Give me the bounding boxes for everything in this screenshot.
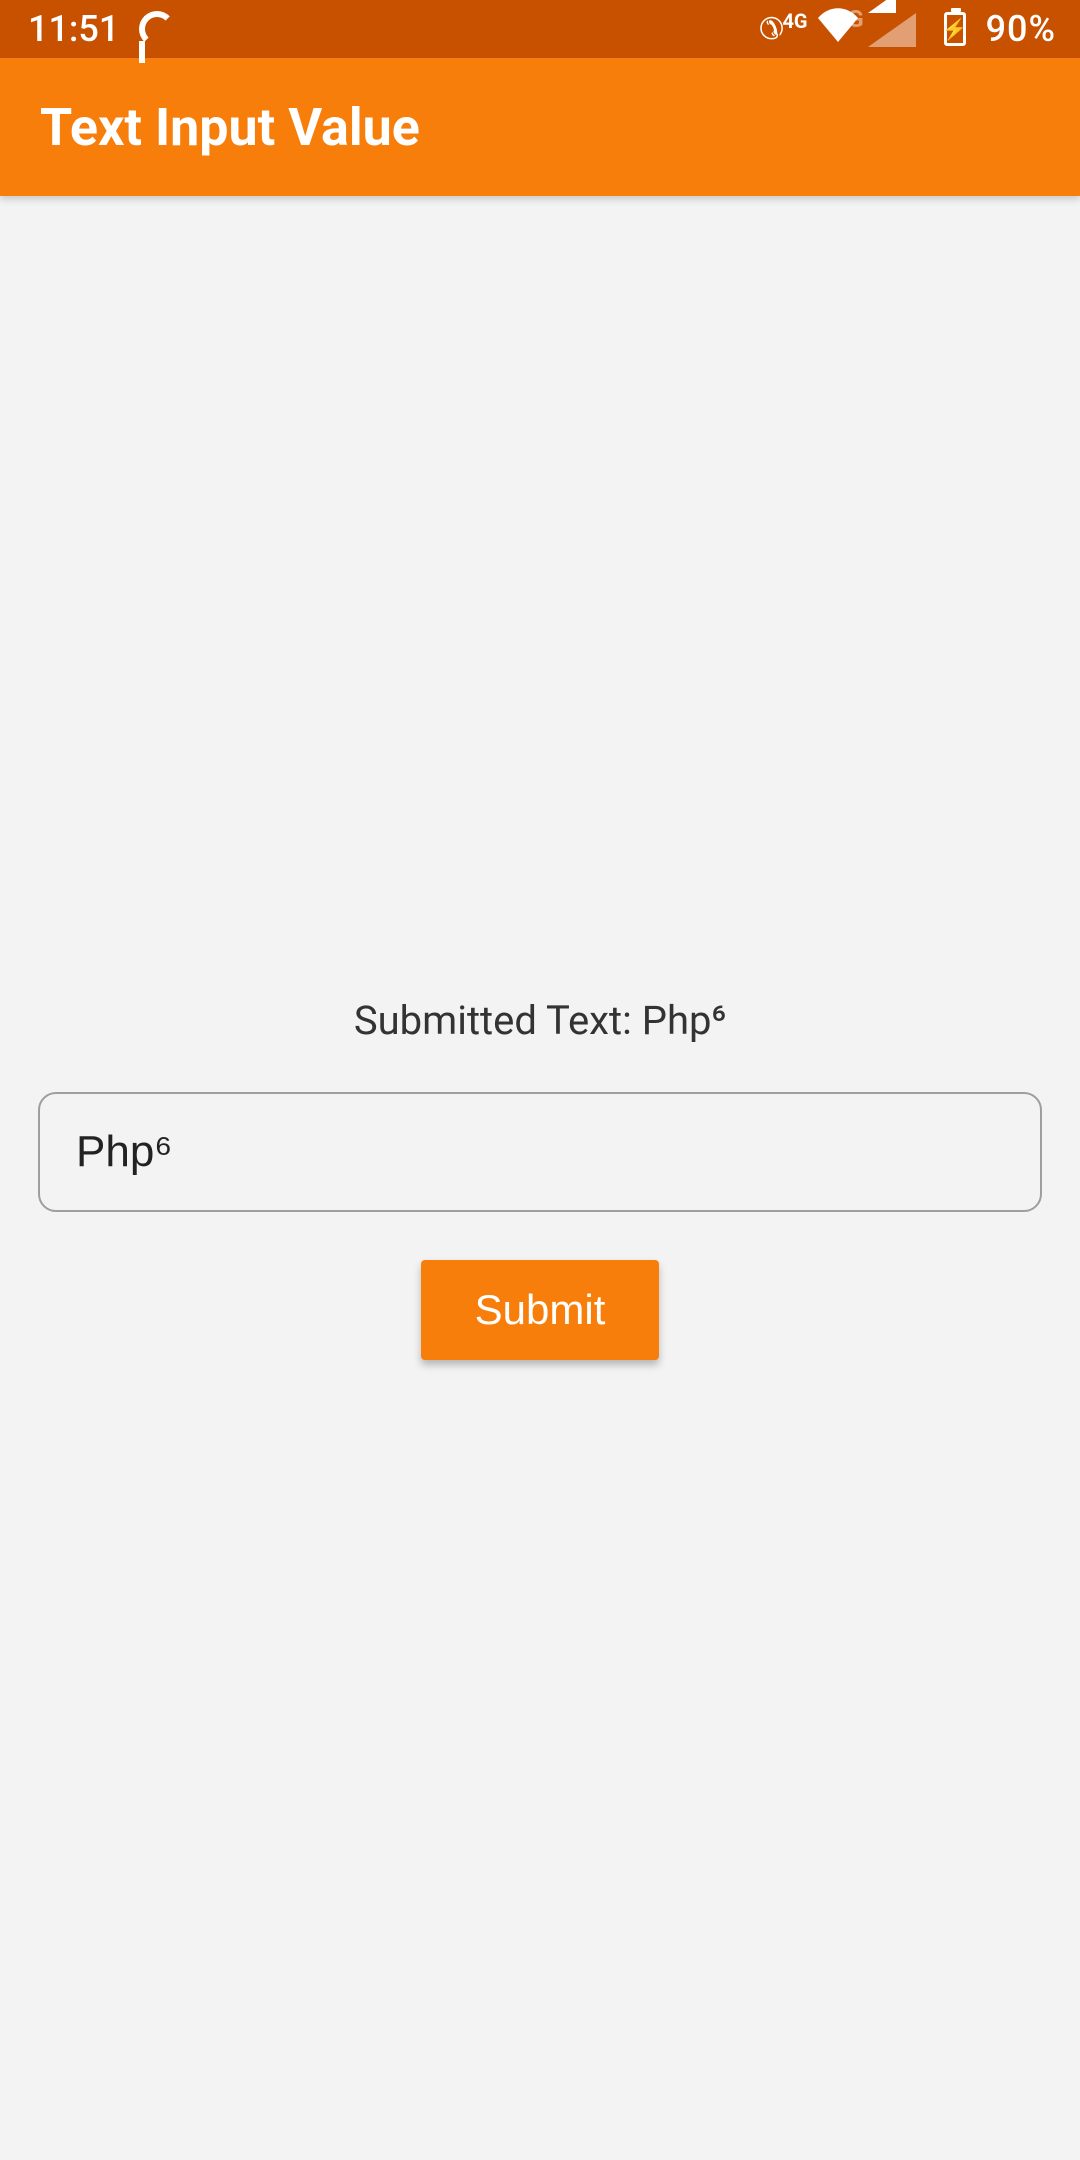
volte-4g-icon: ✆ 4G bbox=[759, 12, 807, 47]
app-p-icon bbox=[139, 11, 175, 47]
main-content: Submitted Text: Php⁶ Submit bbox=[0, 196, 1080, 2160]
submitted-text-label: Submitted Text: Php⁶ bbox=[354, 997, 726, 1044]
status-bar-right: ✆ 4G 4G ⚡ 90% bbox=[759, 8, 1056, 51]
app-bar: Text Input Value bbox=[0, 58, 1080, 196]
submitted-text-prefix: Submitted Text: bbox=[354, 997, 642, 1044]
submit-button[interactable]: Submit bbox=[421, 1260, 660, 1360]
submitted-text-value: Php⁶ bbox=[642, 997, 726, 1044]
network-4g-label-small: 4G bbox=[782, 12, 807, 30]
status-bar: 11:51 ✆ 4G 4G ⚡ 90% bbox=[0, 0, 1080, 58]
network-4g-label-dim: 4G bbox=[834, 5, 864, 33]
battery-percent: 90% bbox=[986, 8, 1056, 50]
clock: 11:51 bbox=[28, 8, 119, 50]
status-bar-left: 11:51 bbox=[28, 8, 175, 50]
cell-signal-icon: 4G bbox=[868, 11, 928, 47]
battery-charging-icon: ⚡ bbox=[944, 12, 966, 46]
phone-icon: ✆ bbox=[759, 12, 784, 47]
text-input[interactable] bbox=[38, 1092, 1042, 1212]
page-title: Text Input Value bbox=[40, 97, 420, 158]
